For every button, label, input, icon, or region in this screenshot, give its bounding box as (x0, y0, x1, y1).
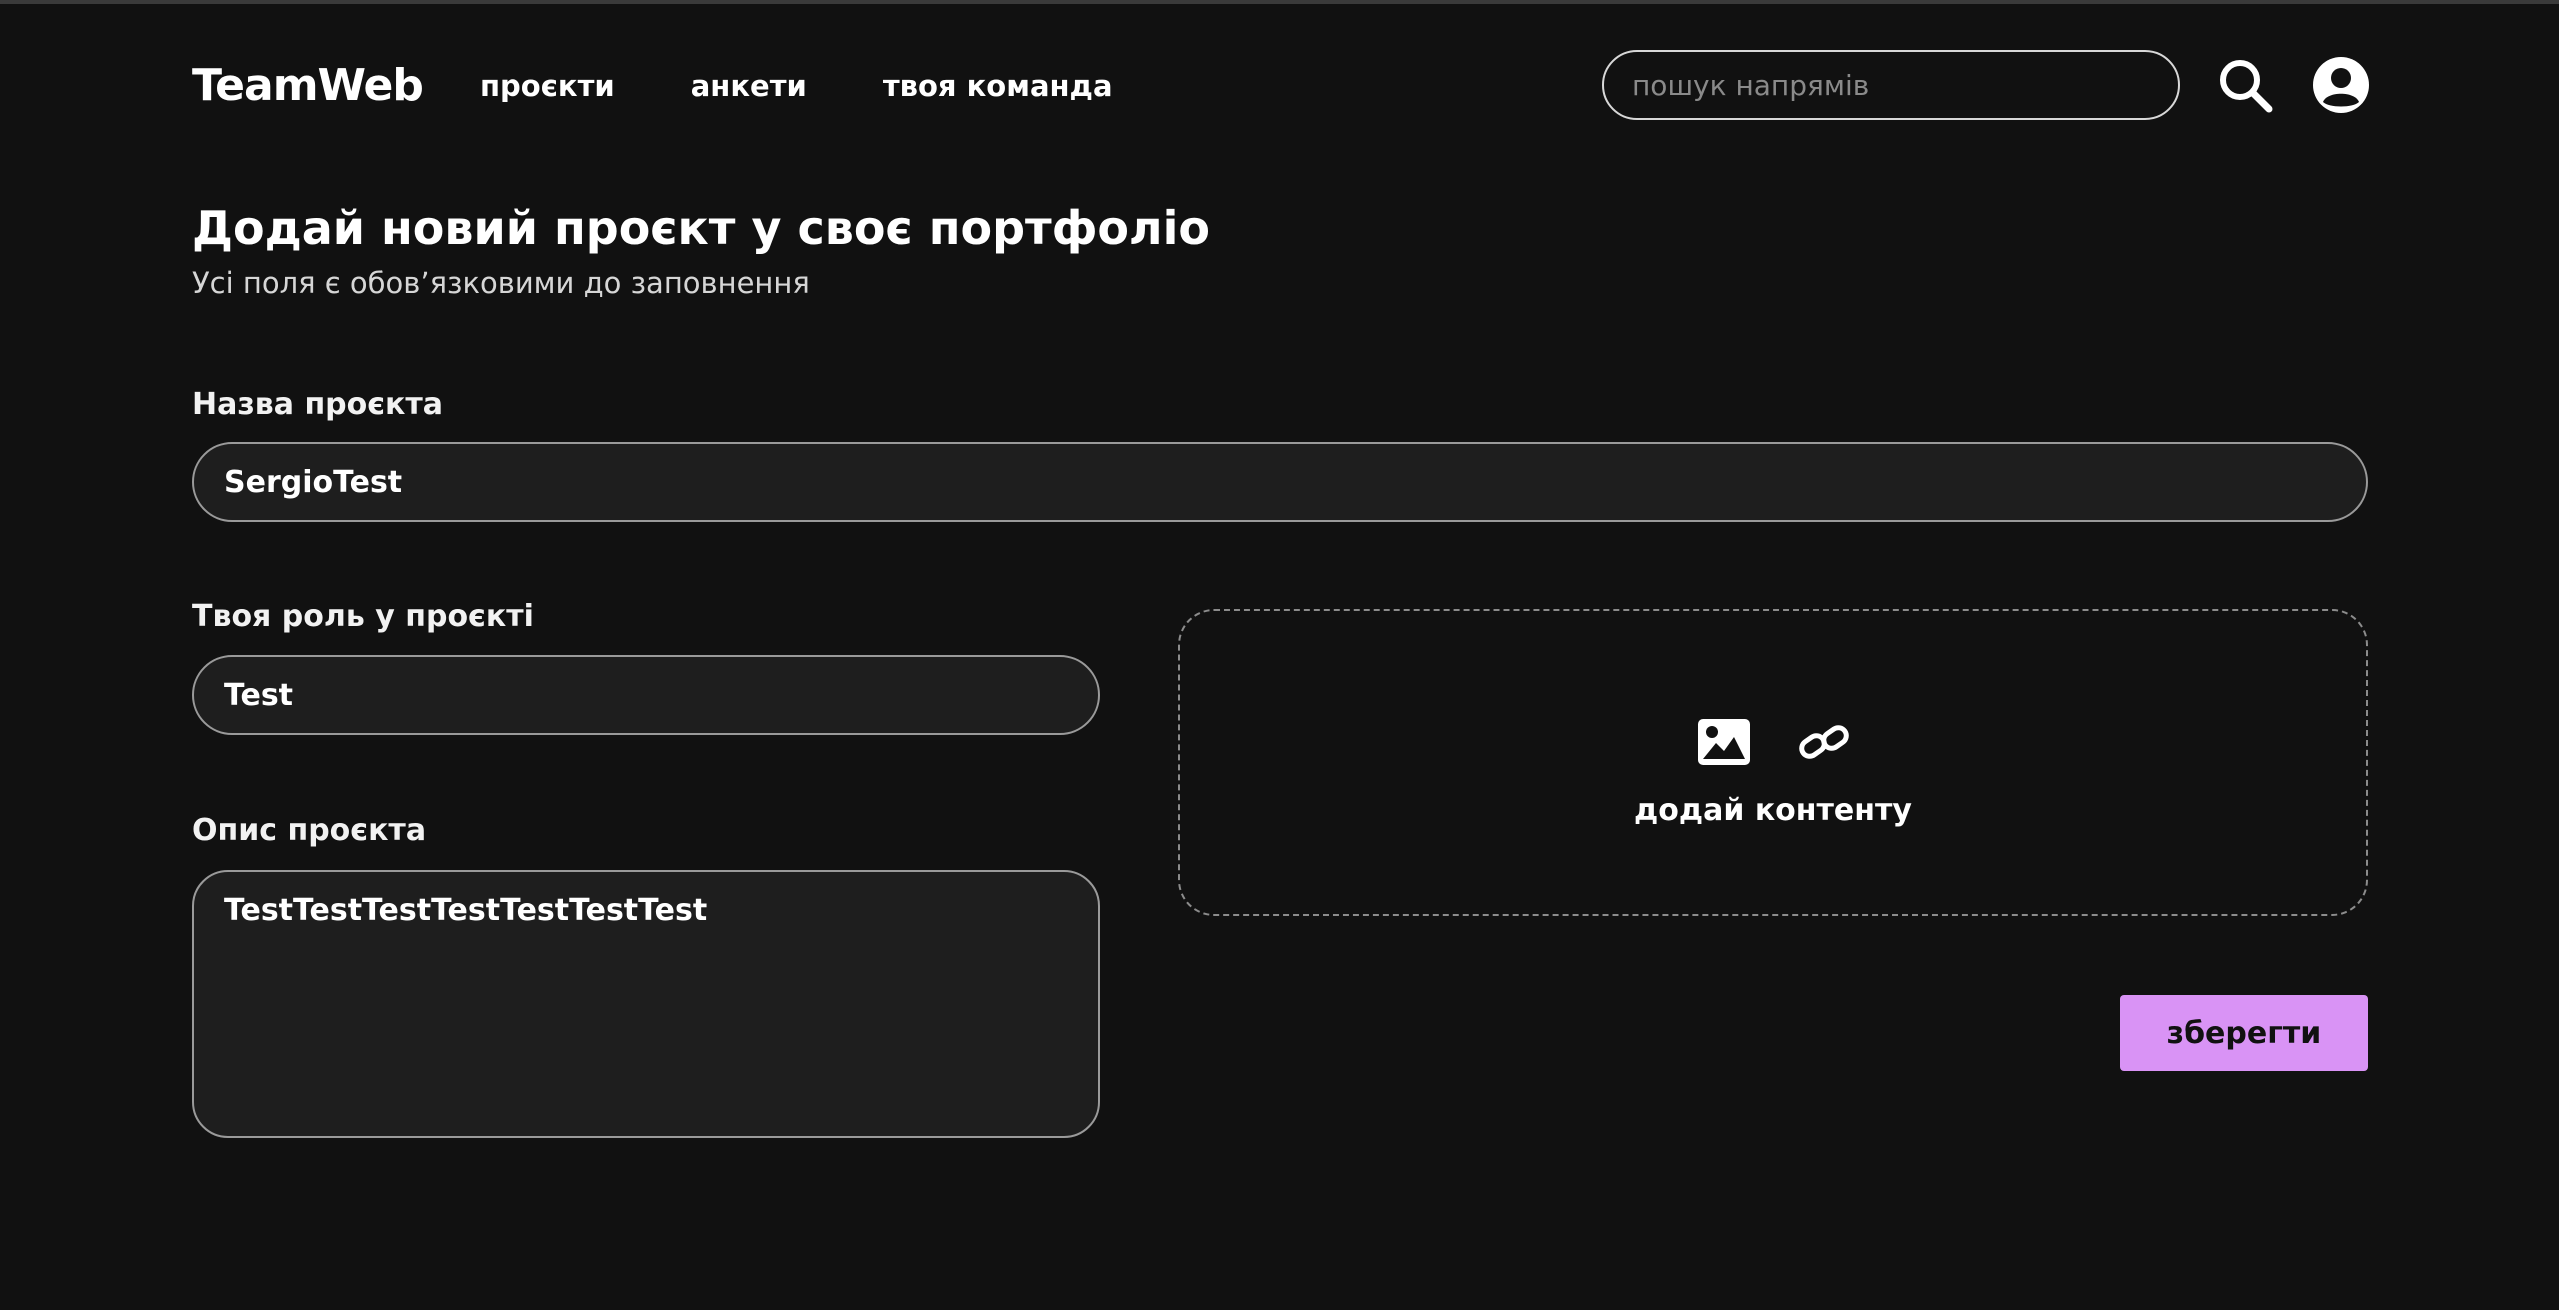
search-button[interactable] (2214, 54, 2276, 116)
link-icon[interactable] (1797, 715, 1851, 769)
user-account-icon (2313, 57, 2369, 113)
logo[interactable]: TeamWeb (192, 56, 424, 116)
add-content-dropzone[interactable]: додай контенту (1178, 609, 2368, 916)
project-name-label: Назва проєкта (192, 387, 444, 422)
save-button[interactable]: зберегти (2120, 995, 2368, 1071)
description-label: Опис проєкта (192, 813, 427, 848)
window-top-border (0, 0, 2559, 4)
add-content-label: додай контенту (1634, 793, 1912, 828)
page-subtitle: Усі поля є обов’язковими до заповнення (192, 266, 810, 300)
nav-link-profiles[interactable]: анкети (691, 66, 807, 106)
main-nav: проєкти анкети твоя команда (480, 66, 1113, 106)
role-field[interactable] (192, 655, 1100, 735)
search-icon (2220, 60, 2273, 113)
page-title: Додай новий проєкт у своє портфоліо (192, 201, 1210, 255)
project-name-field[interactable] (192, 442, 2368, 522)
nav-link-projects[interactable]: проєкти (480, 66, 615, 106)
description-field[interactable]: TestTestTestTestTestTestTest (192, 870, 1100, 1138)
search-input[interactable] (1602, 50, 2180, 120)
page: TeamWeb проєкти анкети твоя команда Дода… (0, 0, 2559, 1310)
image-icon[interactable] (1697, 715, 1751, 769)
content-icons (1697, 715, 1851, 769)
user-account-button[interactable] (2310, 54, 2372, 116)
nav-link-your-team[interactable]: твоя команда (883, 66, 1113, 106)
role-label: Твоя роль у проєкті (192, 599, 534, 634)
